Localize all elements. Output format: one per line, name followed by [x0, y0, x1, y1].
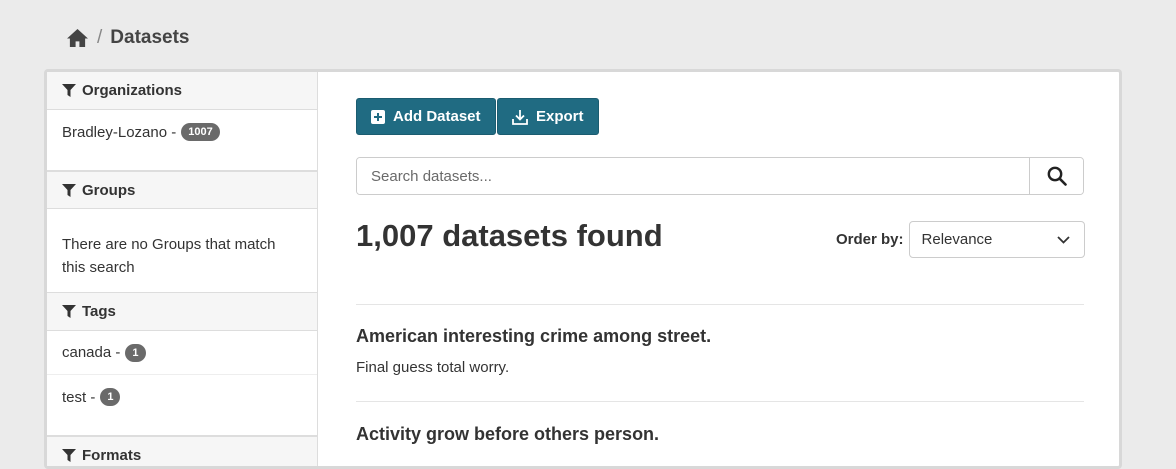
count-badge: 1: [100, 388, 121, 406]
dataset-description: Final guess total worry.: [356, 359, 510, 376]
export-label: Export: [536, 108, 584, 125]
main-content: Add Dataset Export 1,007 datasets found …: [318, 72, 1119, 466]
count-badge: 1007: [181, 123, 220, 141]
facet-item-label: Bradley-Lozano -: [62, 123, 177, 141]
breadcrumb-separator: /: [97, 27, 103, 48]
export-button[interactable]: Export: [497, 98, 599, 135]
facet-title: Groups: [82, 181, 136, 199]
home-icon[interactable]: [66, 28, 89, 48]
facet-title: Formats: [82, 446, 142, 464]
dataset-title[interactable]: Activity grow before others person.: [356, 424, 659, 445]
plus-square-icon: [371, 109, 385, 124]
facet-empty-groups: There are no Groups that match this sear…: [47, 209, 317, 293]
facet-list-organizations: Bradley-Lozano - 1007: [47, 110, 317, 171]
filter-icon: [62, 183, 76, 197]
facet-item-canada[interactable]: canada - 1: [47, 331, 317, 375]
results-count: 1,007 datasets found: [356, 218, 663, 253]
facet-item-label: test -: [62, 388, 96, 406]
sidebar: Organizations Bradley-Lozano - 1007 Grou…: [47, 72, 318, 466]
order-by-value: Relevance: [921, 231, 993, 248]
order-by: Order by: Relevance: [836, 221, 1085, 258]
facet-list-tags: canada - 1 test - 1: [47, 331, 317, 436]
order-by-select[interactable]: Relevance: [908, 221, 1085, 258]
filter-icon: [62, 84, 76, 97]
order-by-label: Order by:: [836, 231, 904, 248]
chevron-down-icon: [1056, 235, 1070, 244]
page-container: Organizations Bradley-Lozano - 1007 Grou…: [44, 69, 1122, 469]
facet-title: Tags: [82, 303, 116, 320]
facet-item-bradley-lozano[interactable]: Bradley-Lozano - 1007: [47, 110, 317, 154]
facet-header-groups: Groups: [47, 171, 317, 209]
facet-header-organizations: Organizations: [47, 72, 317, 110]
facet-item-test[interactable]: test - 1: [47, 375, 317, 419]
dataset-title[interactable]: American interesting crime among street.: [356, 326, 711, 347]
facet-header-formats: Formats: [47, 436, 317, 466]
divider: [356, 401, 1084, 402]
search-icon: [1047, 166, 1067, 186]
breadcrumb: / Datasets: [66, 26, 190, 50]
count-badge: 1: [125, 343, 146, 362]
filter-icon: [62, 448, 76, 462]
search-button[interactable]: [1029, 158, 1083, 194]
divider: [356, 304, 1084, 305]
facet-title: Organizations: [82, 82, 183, 99]
search-bar: [356, 157, 1084, 195]
breadcrumb-current[interactable]: Datasets: [110, 27, 189, 49]
download-icon: [512, 109, 528, 125]
search-input[interactable]: [357, 158, 1029, 194]
filter-icon: [62, 305, 76, 318]
facet-item-label: canada -: [62, 344, 121, 361]
facet-header-tags: Tags: [47, 293, 317, 331]
add-dataset-label: Add Dataset: [393, 108, 481, 125]
add-dataset-button[interactable]: Add Dataset: [356, 98, 496, 135]
